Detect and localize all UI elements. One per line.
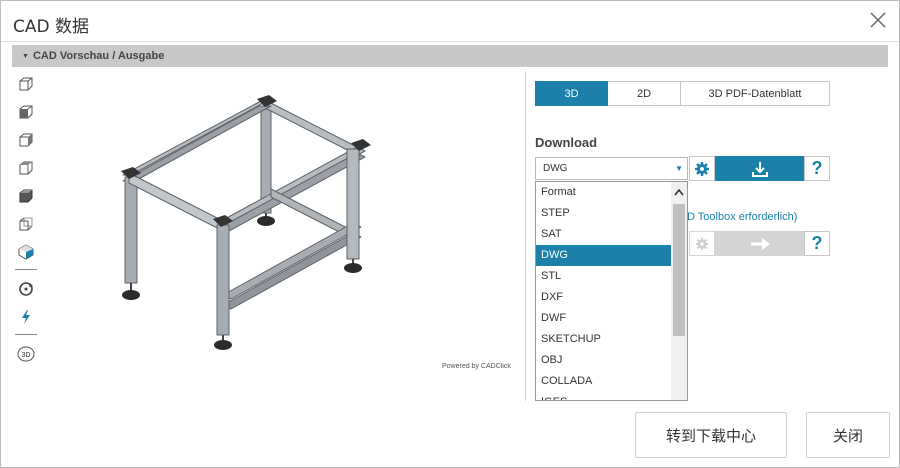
scrollbar-thumb[interactable] [673,204,685,336]
scroll-up-icon[interactable] [671,182,687,202]
format-option-collada[interactable]: COLLADA [536,371,672,392]
view-3d-icon[interactable]: 3D [13,341,39,367]
format-option-dxf[interactable]: DXF [536,287,672,308]
help-button-secondary[interactable]: ? [804,231,830,256]
format-select-value: DWG [543,163,568,174]
view-tabs: 3D 2D 3D PDF-Datenblatt [535,81,830,106]
view-top-cube-icon[interactable] [13,155,39,181]
format-dropdown-list[interactable]: Format STEP SAT DWG STL DXF DWF SKETCHUP… [535,181,688,401]
transfer-button-disabled[interactable] [715,231,804,256]
format-option-step[interactable]: STEP [536,203,672,224]
format-select[interactable]: DWG ▼ [535,157,688,180]
color-palette-icon[interactable] [13,239,39,265]
shaded-cube-icon[interactable] [13,183,39,209]
settings-button[interactable] [689,156,715,181]
panel-divider [525,71,526,401]
section-title: CAD Vorschau / Ausgabe [32,50,165,62]
format-option-obj[interactable]: OBJ [536,350,672,371]
cad-data-dialog: CAD 数据 ▼ CAD Vorschau / Ausgabe 3D Power… [0,0,900,468]
close-icon[interactable] [867,9,889,31]
format-option-sketchup[interactable]: SKETCHUP [536,329,672,350]
format-option-format[interactable]: Format [536,182,672,203]
go-to-download-center-button[interactable]: 转到下载中心 [635,412,787,458]
gear-icon [695,237,709,250]
gear-icon [695,161,709,176]
format-option-sat[interactable]: SAT [536,224,672,245]
view-toolbar: 3D [13,71,39,369]
download-heading: Download [535,135,598,150]
tab-3d-pdf-datasheet[interactable]: 3D PDF-Datenblatt [681,81,830,106]
collapse-triangle-icon[interactable]: ▼ [22,46,29,68]
toolbar-divider [15,269,37,270]
lightning-icon[interactable] [13,304,39,330]
format-option-stl[interactable]: STL [536,266,672,287]
title-divider [1,41,899,42]
dialog-title: CAD 数据 [13,17,89,37]
settings-button-disabled[interactable] [689,231,715,256]
toolbar-divider [15,334,37,335]
tab-3d[interactable]: 3D [535,81,608,106]
format-option-dwg[interactable]: DWG [536,245,672,266]
toolbox-required-link[interactable]: D Toolbox erforderlich) [687,211,797,223]
powered-by-text: Powered by CADClick [442,363,511,370]
view-3d-label: 3D [22,352,31,359]
chevron-down-icon[interactable]: ▼ [675,158,683,179]
view-side-cube-icon[interactable] [13,127,39,153]
arrow-right-icon [750,237,770,250]
download-button[interactable] [715,156,804,181]
format-option-iges[interactable]: IGES [536,392,672,400]
help-button[interactable]: ? [804,156,830,181]
dropdown-scrollbar[interactable] [671,182,687,400]
rotate-icon[interactable] [13,276,39,302]
close-button[interactable]: 关闭 [806,412,890,458]
tab-2d[interactable]: 2D [608,81,681,106]
format-option-dwf[interactable]: DWF [536,308,672,329]
view-iso-cube-icon[interactable] [13,71,39,97]
cad-3d-preview[interactable] [71,73,511,373]
download-icon [751,161,768,177]
view-front-cube-icon[interactable] [13,99,39,125]
wireframe-cube-icon[interactable] [13,211,39,237]
section-header-cad-preview[interactable]: ▼ CAD Vorschau / Ausgabe [12,45,888,67]
